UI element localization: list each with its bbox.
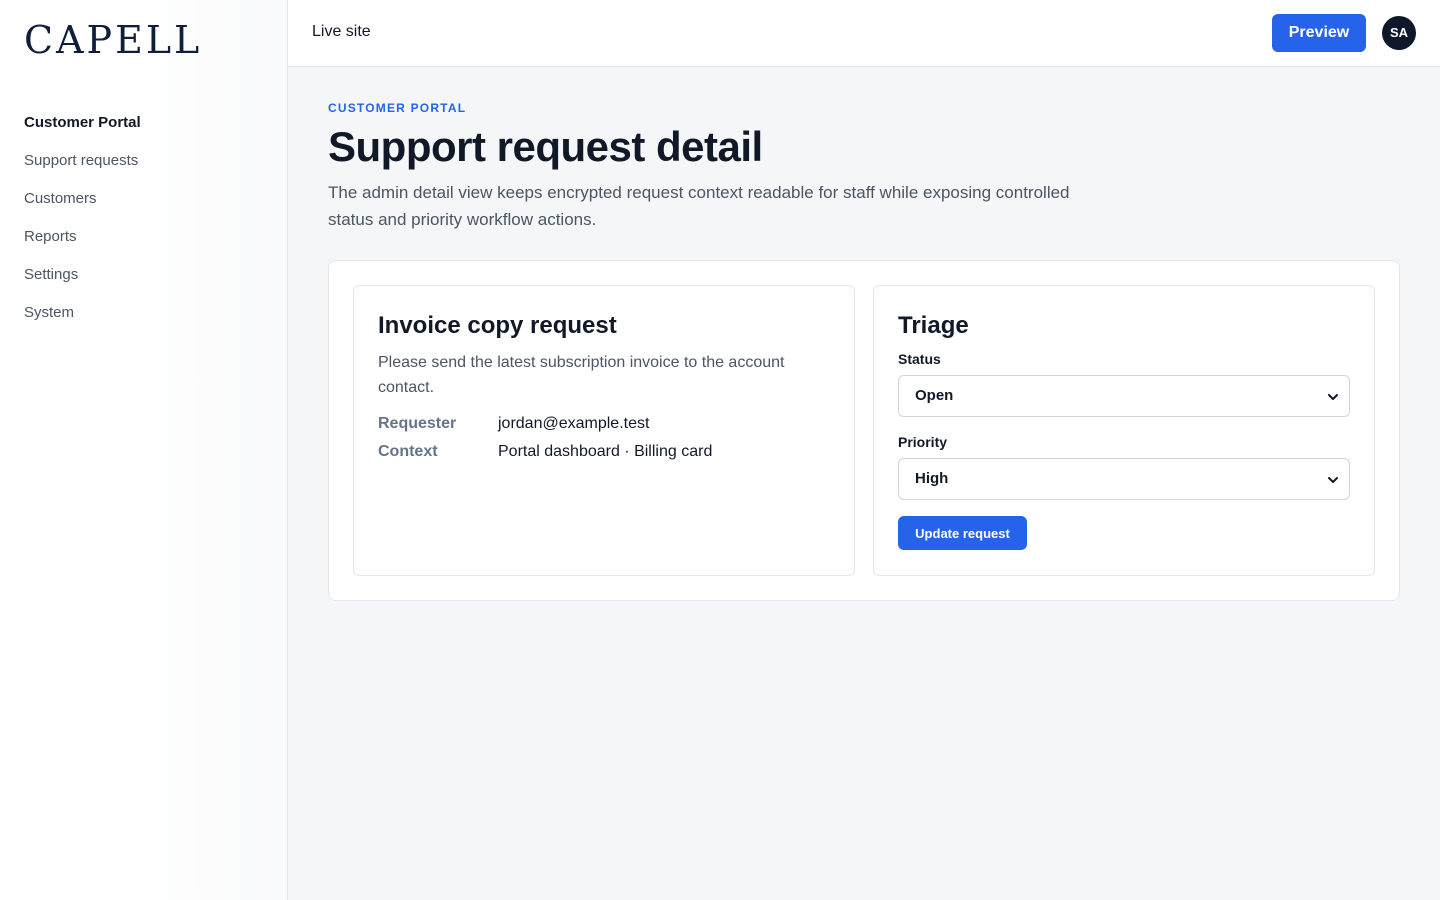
- sidebar-item-support-requests[interactable]: Support requests: [24, 150, 141, 188]
- status-select-value: Open: [915, 387, 954, 404]
- meta-row-context: Context Portal dashboard · Billing card: [378, 440, 712, 468]
- avatar[interactable]: SA: [1382, 16, 1416, 50]
- priority-select-value: High: [915, 470, 949, 487]
- request-meta: Requester jordan@example.test Context Po…: [378, 412, 712, 468]
- request-card: Invoice copy request Please send the lat…: [353, 285, 855, 576]
- preview-button[interactable]: Preview: [1272, 14, 1366, 52]
- update-request-button[interactable]: Update request: [898, 516, 1027, 550]
- sidebar-item-customer-portal[interactable]: Customer Portal: [24, 112, 141, 150]
- request-title: Invoice copy request: [378, 312, 617, 339]
- context-label: Context: [378, 443, 438, 460]
- requester-value: jordan@example.test: [498, 415, 650, 432]
- page-description: The admin detail view keeps encrypted re…: [328, 183, 1070, 229]
- status-select[interactable]: Open: [898, 375, 1350, 417]
- sidebar-item-settings[interactable]: Settings: [24, 264, 141, 302]
- context-value: Portal dashboard · Billing card: [498, 443, 713, 460]
- triage-title: Triage: [898, 312, 969, 339]
- brand-logo[interactable]: CAPELL: [24, 18, 202, 62]
- chevron-down-icon: [1328, 477, 1338, 483]
- status-label: Status: [898, 351, 941, 367]
- request-message: Please send the latest subscription invo…: [378, 354, 785, 396]
- requester-label: Requester: [378, 415, 457, 432]
- priority-select[interactable]: High: [898, 458, 1350, 500]
- triage-card: Triage Status Open Priority High Update …: [873, 285, 1375, 576]
- page-eyebrow: CUSTOMER PORTAL: [328, 101, 467, 115]
- meta-row-requester: Requester jordan@example.test: [378, 412, 712, 440]
- sidebar: CAPELL Customer Portal Support requests …: [0, 0, 288, 900]
- chevron-down-icon: [1328, 394, 1338, 400]
- sidebar-nav: Customer Portal Support requests Custome…: [24, 112, 141, 340]
- sidebar-item-customers[interactable]: Customers: [24, 188, 141, 226]
- page-title: Support request detail: [328, 123, 763, 170]
- live-site-link[interactable]: Live site: [312, 23, 371, 41]
- sidebar-item-system[interactable]: System: [24, 302, 141, 340]
- detail-panel: Invoice copy request Please send the lat…: [328, 260, 1400, 601]
- topbar: Live site Preview SA: [288, 0, 1440, 67]
- sidebar-item-reports[interactable]: Reports: [24, 226, 141, 264]
- priority-label: Priority: [898, 434, 948, 450]
